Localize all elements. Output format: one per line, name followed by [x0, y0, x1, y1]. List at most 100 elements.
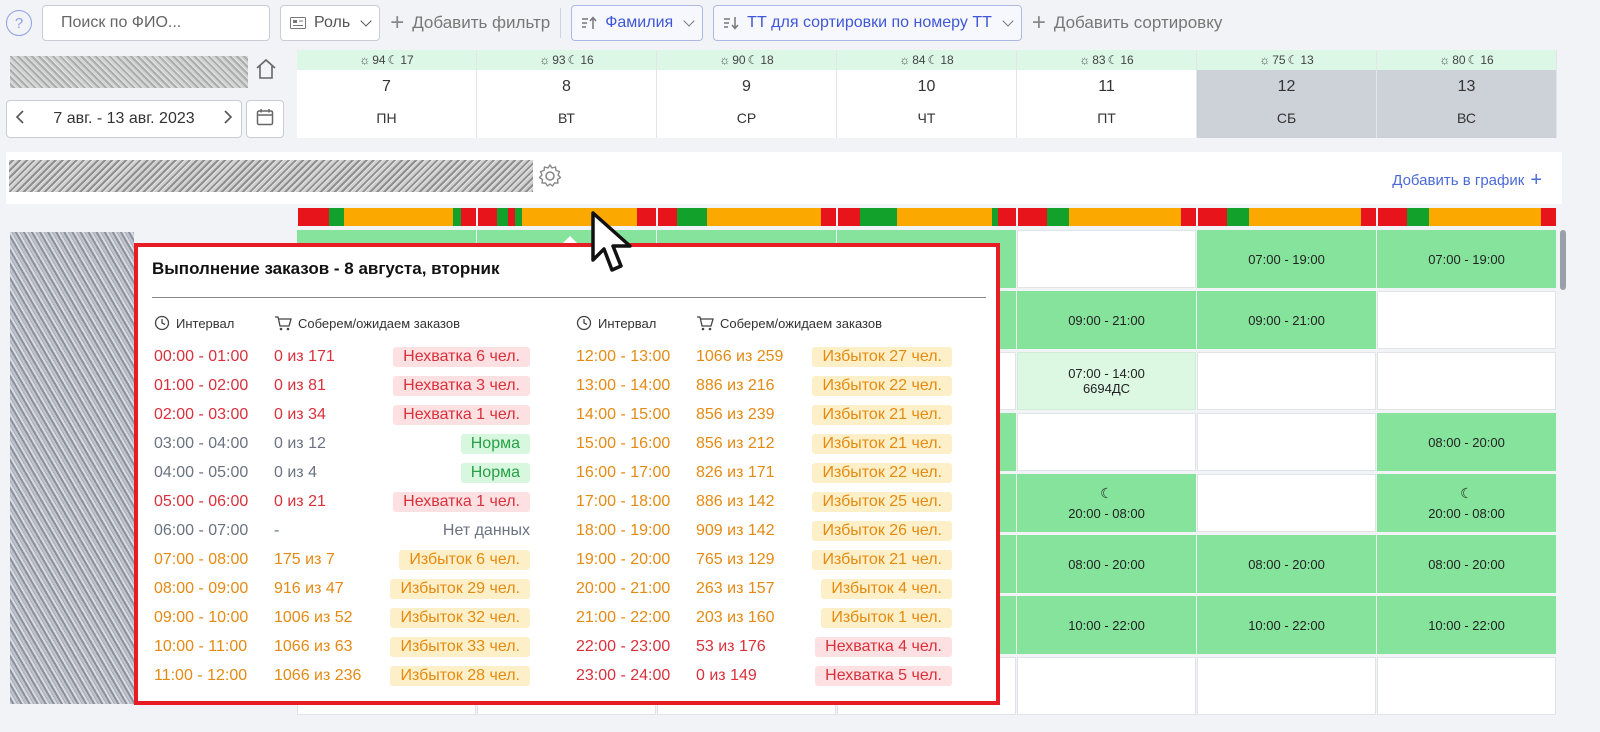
shift-cell[interactable]	[1017, 230, 1196, 288]
sun-value: 93	[552, 53, 566, 67]
date-range-picker[interactable]: 7 авг. - 13 авг. 2023	[6, 100, 242, 138]
interval-row: 01:00 - 02:00 0 из 81 Нехватка 3 чел.	[154, 371, 530, 400]
role-filter-button[interactable]: Роль	[280, 5, 381, 41]
shift-cell[interactable]	[1197, 413, 1376, 471]
interval-row: 12:00 - 13:00 1066 из 259 Избыток 27 чел.	[576, 342, 952, 371]
home-icon[interactable]	[255, 58, 277, 85]
moon-icon: ☾	[387, 53, 399, 67]
add-to-schedule-link[interactable]: Добавить в график +	[1392, 170, 1542, 190]
shift-cell[interactable]: 08:00 - 20:00	[1197, 535, 1376, 593]
moon-icon: ☾	[567, 53, 579, 67]
shift-cell[interactable]	[1017, 657, 1196, 715]
shift-cell[interactable]: 07:00 - 19:00	[1197, 230, 1376, 288]
staffing-status-badge: Нехватка 5 чел.	[815, 665, 952, 686]
sort-surname-button[interactable]: Фамилия	[571, 5, 704, 41]
add-sort-button[interactable]: + Добавить сортировку	[1032, 9, 1222, 37]
day-name: ВС	[1457, 110, 1476, 126]
sun-value: 83	[1092, 53, 1106, 67]
shift-cell[interactable]: 08:00 - 20:00	[1017, 535, 1196, 593]
popup-column-left: Интервал Соберем/ожидаем заказов 00:00 - 0…	[154, 313, 530, 690]
gear-icon[interactable]	[536, 162, 564, 195]
shift-cell[interactable]	[1017, 413, 1196, 471]
day-name: СБ	[1276, 110, 1297, 126]
sun-value: 94	[372, 53, 386, 67]
day-load-bar[interactable]	[658, 208, 838, 226]
weather-strip: ☼ 80 ☾ 16	[1377, 50, 1556, 70]
shift-cell[interactable]: 09:00 - 21:00	[1197, 291, 1376, 349]
chevron-down-icon	[360, 14, 372, 27]
shift-cell[interactable]: 10:00 - 22:00	[1017, 596, 1196, 654]
chevron-right-icon[interactable]	[223, 109, 233, 129]
weather-strip: ☼ 90 ☾ 18	[657, 50, 836, 70]
chevron-left-icon[interactable]	[15, 109, 25, 129]
shift-time: 08:00 - 20:00	[1248, 556, 1325, 572]
add-filter-button[interactable]: + Добавить фильтр	[390, 9, 550, 37]
weather-strip: ☼ 75 ☾ 13	[1197, 50, 1376, 70]
shift-cell[interactable]: 08:00 - 20:00	[1377, 535, 1556, 593]
interval-header: Интервал	[598, 315, 657, 331]
popup-column-header: Интервал Соберем/ожидаем заказов	[154, 313, 530, 333]
plus-icon: +	[1530, 169, 1542, 191]
day-load-bar[interactable]	[1198, 208, 1378, 226]
orders-popup: Выполнение заказов - 8 августа, вторник …	[134, 243, 1000, 705]
staffing-status-badge: Избыток 21 чел.	[812, 433, 952, 454]
shift-cell[interactable]: ☾ 20:00 - 08:00	[1017, 474, 1196, 532]
staffing-status-badge: Избыток 33 чел.	[390, 636, 530, 657]
moon-value: 13	[1300, 53, 1314, 67]
staffing-status-badge: Избыток 26 чел.	[812, 520, 952, 541]
shift-cell[interactable]: 10:00 - 22:00	[1377, 596, 1556, 654]
moon-icon: ☾	[747, 53, 759, 67]
day-load-bar[interactable]	[1378, 208, 1558, 226]
moon-icon: ☾	[1100, 485, 1113, 501]
vertical-scrollbar[interactable]	[1560, 230, 1566, 290]
sun-icon: ☼	[1259, 53, 1271, 67]
role-filter-label: Роль	[314, 14, 351, 31]
day-load-bar[interactable]	[1018, 208, 1198, 226]
day-load-bar[interactable]	[838, 208, 1018, 226]
sort-tt-button[interactable]: ТТ для сортировки по номеру ТТ	[713, 5, 1022, 41]
interval-row: 08:00 - 09:00 916 из 47 Избыток 29 чел.	[154, 574, 530, 603]
shift-time: 07:00 - 19:00	[1248, 251, 1325, 267]
interval-time: 13:00 - 14:00	[576, 376, 671, 394]
shift-cell[interactable]: 08:00 - 20:00	[1377, 413, 1556, 471]
help-icon[interactable]: ?	[6, 10, 32, 36]
interval-row: 17:00 - 18:00 886 из 142 Избыток 25 чел.	[576, 487, 952, 516]
calendar-button[interactable]	[246, 100, 284, 138]
interval-time: 08:00 - 09:00	[154, 579, 249, 597]
shift-cell[interactable]	[1377, 657, 1556, 715]
orders-header: Соберем/ожидаем заказов	[720, 315, 882, 331]
load-segment	[1541, 208, 1556, 226]
shift-cell[interactable]	[1197, 474, 1376, 532]
load-segment	[838, 208, 861, 226]
shift-time: 09:00 - 21:00	[1248, 312, 1325, 328]
shift-cell[interactable]: 10:00 - 22:00	[1197, 596, 1376, 654]
group-row: Добавить в график +	[6, 152, 1562, 204]
orders-value: -	[274, 521, 280, 539]
sort-tt-label: ТТ для сортировки по номеру ТТ	[747, 14, 992, 31]
shift-cell[interactable]: 07:00 - 14:00 6694ДС	[1017, 352, 1196, 410]
interval-time: 18:00 - 19:00	[576, 521, 671, 539]
interval-row: 06:00 - 07:00 - Нет данных	[154, 516, 530, 545]
shift-time: 20:00 - 08:00	[1068, 506, 1145, 521]
interval-time: 17:00 - 18:00	[576, 492, 671, 510]
day-load-bar[interactable]	[298, 208, 478, 226]
shift-cell[interactable]: 07:00 - 19:00	[1377, 230, 1556, 288]
interval-row: 23:00 - 24:00 0 из 149 Нехватка 5 чел.	[576, 661, 952, 690]
plus-icon: +	[390, 9, 405, 36]
shift-cell[interactable]	[1377, 352, 1556, 410]
interval-row: 15:00 - 16:00 856 из 212 Избыток 21 чел.	[576, 429, 952, 458]
day-column-header: ☼ 93 ☾ 16 8 ВТ	[477, 50, 657, 138]
shift-cell[interactable]: ☾ 20:00 - 08:00	[1377, 474, 1556, 532]
interval-time: 05:00 - 06:00	[154, 492, 249, 510]
orders-value: 1066 из 259	[696, 347, 784, 365]
day-column-header: ☼ 75 ☾ 13 12 СБ	[1197, 50, 1377, 138]
shift-cell[interactable]	[1377, 291, 1556, 349]
day-column-header: ☼ 80 ☾ 16 13 ВС	[1377, 50, 1557, 138]
shift-cell[interactable]	[1197, 657, 1376, 715]
calendar-icon	[256, 108, 274, 131]
shift-cell[interactable]: 09:00 - 21:00	[1017, 291, 1196, 349]
shift-cell[interactable]	[1197, 352, 1376, 410]
search-input[interactable]: Поиск по ФИО...	[42, 5, 270, 41]
load-segment	[507, 208, 516, 226]
moon-icon: ☾	[1287, 53, 1299, 67]
